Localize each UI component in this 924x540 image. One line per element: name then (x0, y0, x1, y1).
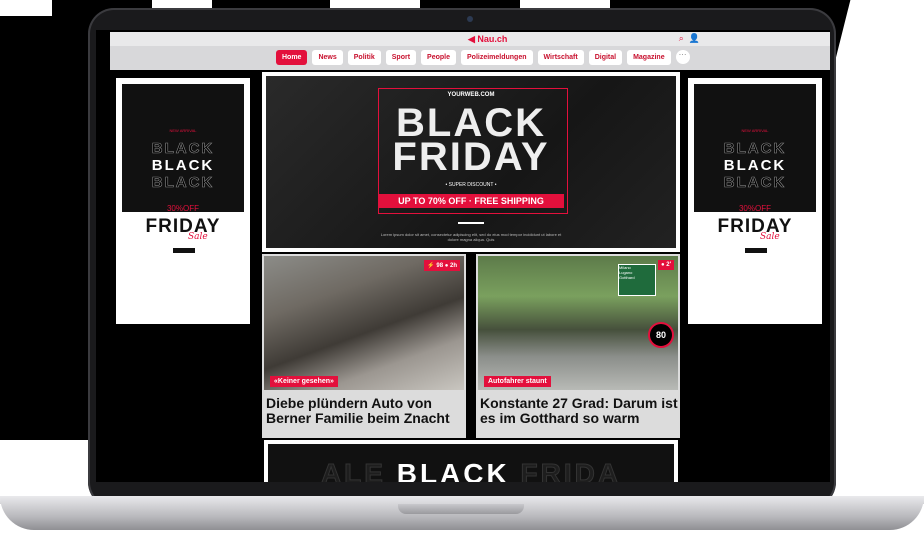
side-ad-discount: 30%OFF (738, 204, 771, 213)
site-topbar: ◀ Nau.ch ⌕ 👤 (110, 32, 830, 46)
article-card[interactable]: Milano Lugano Gotthard 80 ● 2' Autofahre… (476, 254, 680, 438)
nav-people[interactable]: People (421, 50, 456, 65)
article-card[interactable]: ⚡ 98 ● 2h «Keiner gesehen» Diebe plünder… (262, 254, 466, 438)
speed-limit-sign: 80 (648, 322, 674, 348)
laptop-screen: ◀ Nau.ch ⌕ 👤 Home News Politik Sport Peo… (96, 30, 830, 482)
nav-news[interactable]: News (312, 50, 343, 65)
nav-politik[interactable]: Politik (347, 50, 381, 65)
road-sign-city: Gotthard (619, 275, 635, 280)
article-stats: ● 2' (657, 260, 674, 270)
main-ad-offer: UP TO 70% OFF · FREE SHIPPING (378, 194, 564, 208)
bottom-banner-ad[interactable]: ALE BLACK FRIDA (264, 440, 678, 482)
left-side-ad[interactable]: NEW ARRIVAL BLACK BLACK BLACK 30%OFF FRI… (116, 78, 250, 324)
article-stats: ⚡ 98 ● 2h (424, 260, 460, 271)
side-ad-black-outline-2: BLACK (151, 174, 215, 192)
side-ad-black: BLACK (723, 157, 787, 174)
side-ad-friday: FRIDAY (717, 216, 793, 237)
nav-home[interactable]: Home (276, 50, 308, 65)
main-ad-site: YOURWEB.COM (447, 92, 495, 98)
article-category: Autofahrer staunt (484, 376, 551, 387)
search-icon[interactable]: ⌕ (679, 33, 684, 43)
nav-magazine[interactable]: Magazine (627, 50, 671, 65)
more-menu-button[interactable]: ··· (675, 50, 690, 64)
main-navigation: Home News Politik Sport People Polizeime… (110, 46, 830, 70)
side-ad-black-outline-2: BLACK (723, 174, 787, 192)
road-sign: Milano Lugano Gotthard (618, 264, 656, 296)
main-banner-ad[interactable]: YOURWEB.COM BLACK FRIDAY • SUPER DISCOUN… (262, 72, 680, 252)
main-ad-body: Lorem ipsum dolor sit amet, consectetur … (380, 232, 562, 242)
bottom-ad-text: ALE BLACK FRIDA (268, 458, 674, 483)
side-ad-tag: NEW ARRIVAL (741, 128, 769, 133)
side-ad-black: BLACK (151, 157, 215, 174)
nav-digital[interactable]: Digital (588, 50, 623, 65)
nav-list: Home News Politik Sport People Polizeime… (276, 50, 690, 65)
side-ad-black-outline: BLACK (723, 140, 787, 158)
main-ad-background: YOURWEB.COM BLACK FRIDAY • SUPER DISCOUN… (266, 76, 676, 248)
user-icon[interactable]: 👤 (689, 33, 700, 43)
side-ad-black-outline: BLACK (151, 140, 215, 158)
side-ad-sale: Sale (760, 232, 780, 242)
nav-sport[interactable]: Sport (385, 50, 417, 65)
side-ad-sale: Sale (188, 232, 208, 242)
article-image-car[interactable] (264, 256, 464, 390)
main-ad-super-discount: • SUPER DISCOUNT • (445, 182, 497, 188)
main-ad-divider (458, 222, 484, 224)
side-ad-discount: 30%OFF (166, 204, 199, 213)
article-image-highway[interactable]: Milano Lugano Gotthard 80 (478, 256, 678, 390)
camera-icon (467, 16, 473, 22)
main-ad-friday: FRIDAY (392, 135, 550, 179)
article-headline[interactable]: Konstante 27 Grad: Darum ist es im Gotth… (480, 396, 678, 426)
side-ad-button[interactable] (173, 248, 195, 253)
side-ad-button[interactable] (745, 248, 767, 253)
laptop-notch (398, 504, 524, 514)
article-headline[interactable]: Diebe plündern Auto von Berner Familie b… (266, 396, 464, 426)
side-ad-friday: FRIDAY (145, 216, 221, 237)
nav-polizeimeldungen[interactable]: Polizeimeldungen (461, 50, 533, 65)
article-category: «Keiner gesehen» (270, 376, 338, 387)
right-side-ad[interactable]: NEW ARRIVAL BLACK BLACK BLACK 30%OFF FRI… (688, 78, 822, 324)
header-icons: ⌕ 👤 (679, 33, 700, 44)
bottom-ad-background: ALE BLACK FRIDA (268, 444, 674, 482)
bottom-ad-mid: BLACK (396, 458, 510, 482)
bottom-ad-left: ALE (320, 458, 386, 483)
bottom-ad-right: FRIDA (520, 458, 622, 483)
side-ad-tag: NEW ARRIVAL (169, 128, 197, 133)
nav-wirtschaft[interactable]: Wirtschaft (537, 50, 584, 65)
site-logo[interactable]: ◀ Nau.ch (468, 34, 507, 45)
